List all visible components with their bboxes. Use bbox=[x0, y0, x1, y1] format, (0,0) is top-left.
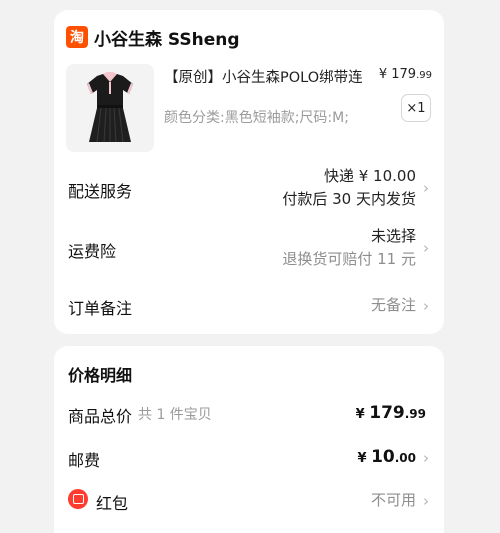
shipping-label: 邮费 bbox=[68, 451, 101, 470]
quantity-box[interactable]: ×1 bbox=[401, 94, 431, 122]
price-decimal: .99 bbox=[416, 70, 432, 81]
shop-name[interactable]: 小谷生森 SSheng bbox=[94, 25, 240, 50]
price-currency: ¥ bbox=[378, 67, 388, 82]
chevron-right-icon[interactable]: › bbox=[419, 181, 433, 196]
price-detail-card: 价格明细 商品总价 共 1 件宝贝 ¥ 179.99 邮费 ¥ 10.00 › … bbox=[54, 346, 444, 533]
shipping-amount[interactable]: ¥ 10.00 bbox=[357, 447, 416, 467]
delivery-label: 配送服务 bbox=[68, 182, 133, 201]
amount-decimal: .00 bbox=[394, 451, 416, 465]
goods-count-note: 共 1 件宝贝 bbox=[138, 407, 212, 423]
remark-label: 订单备注 bbox=[68, 299, 133, 318]
red-packet-label: 红包 bbox=[96, 494, 129, 513]
insurance-label: 运费险 bbox=[68, 242, 117, 261]
chevron-right-icon[interactable]: › bbox=[419, 451, 433, 466]
chevron-right-icon[interactable]: › bbox=[419, 494, 433, 509]
amount-integer: 10 bbox=[371, 447, 395, 467]
product-price: ¥ 179.99 bbox=[379, 67, 432, 82]
chevron-right-icon[interactable]: › bbox=[419, 299, 433, 314]
price-integer: 179 bbox=[391, 67, 417, 82]
price-detail-title: 价格明细 bbox=[68, 366, 133, 385]
taobao-shop-icon: 淘 bbox=[66, 26, 88, 48]
chevron-right-icon[interactable]: › bbox=[419, 241, 433, 256]
amount-decimal: .99 bbox=[404, 407, 426, 421]
product-title[interactable]: 【原创】小谷生森POLO绑带连 bbox=[164, 66, 363, 87]
insurance-note: 退换货可赔付 11 元 bbox=[282, 250, 416, 268]
red-packet-status: 不可用 bbox=[370, 491, 416, 509]
shop-logo-glyph: 淘 bbox=[70, 30, 84, 46]
goods-total-amount: ¥ 179.99 bbox=[356, 403, 426, 423]
delivery-info[interactable]: 快递 ¥ 10.00 付款后 30 天内发货 bbox=[282, 165, 416, 211]
product-sku[interactable]: 颜色分类:黑色短袖款;尺码:M; bbox=[164, 107, 349, 127]
remark-text: 无备注 bbox=[370, 296, 416, 314]
goods-total-label: 商品总价 bbox=[68, 407, 133, 426]
currency-symbol: ¥ bbox=[355, 407, 365, 422]
red-packet-icon bbox=[68, 489, 88, 509]
delivery-fee: 快递 ¥ 10.00 bbox=[323, 167, 416, 185]
remark-value[interactable]: 无备注 bbox=[371, 294, 416, 317]
red-packet-value[interactable]: 不可用 bbox=[371, 489, 416, 512]
dress-icon bbox=[87, 72, 133, 143]
insurance-status: 未选择 bbox=[370, 227, 416, 245]
currency-symbol: ¥ bbox=[357, 451, 367, 466]
amount-integer: 179 bbox=[369, 403, 405, 423]
product-image[interactable] bbox=[66, 64, 154, 152]
insurance-info[interactable]: 未选择 退换货可赔付 11 元 bbox=[282, 225, 416, 271]
delivery-time: 付款后 30 天内发货 bbox=[282, 190, 416, 208]
order-card: 淘 小谷生森 SSheng 【原创】小谷生森POLO绑带连 ¥ 179.99 颜… bbox=[54, 10, 444, 334]
